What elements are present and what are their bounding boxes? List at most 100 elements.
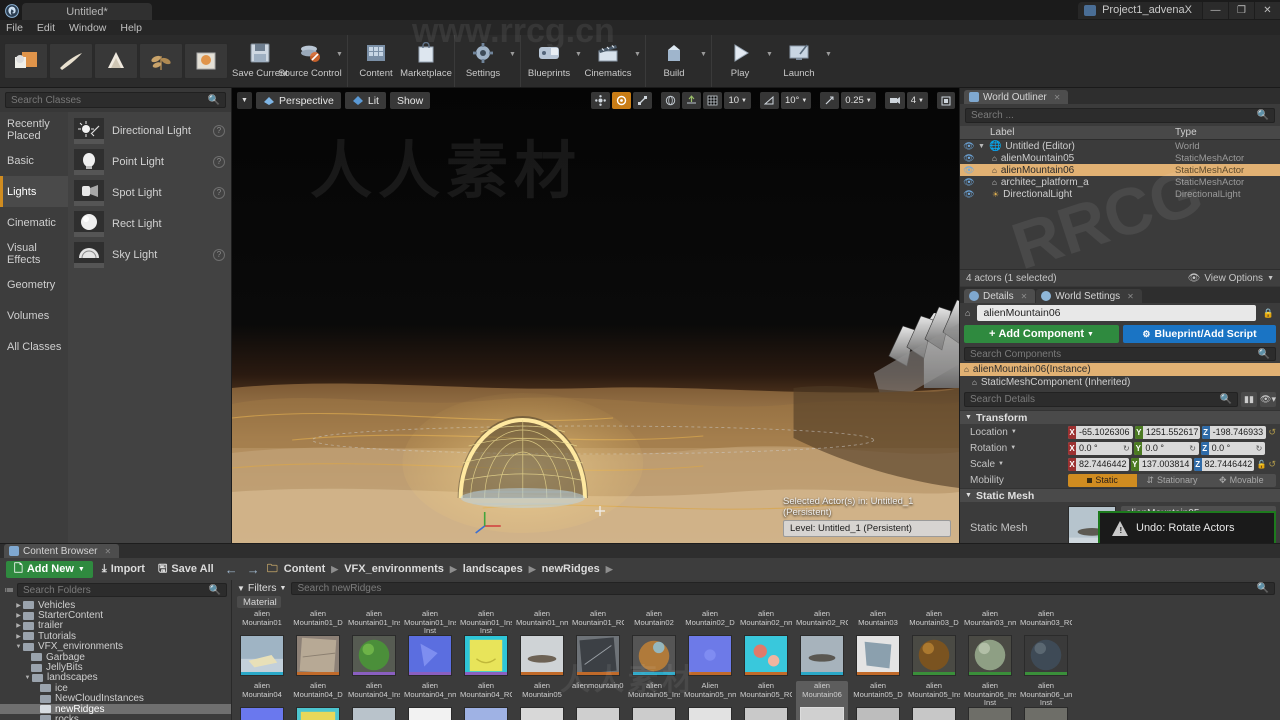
outliner-col-label[interactable]: Label [960,127,1175,138]
mode-cat-visual-effects[interactable]: Visual Effects [0,238,68,269]
rotation-widget-icon[interactable]: ↻ [1253,444,1265,453]
mode-item-sky-light[interactable]: Sky Light ? [68,239,231,270]
asset-cell[interactable]: alien Mountain02 [628,609,680,679]
location-y-field[interactable]: Y 1251.552617 [1134,425,1200,439]
marketplace-button[interactable]: Marketplace [400,35,452,87]
reset-location-icon[interactable]: ↺ [1268,427,1276,438]
settings-button[interactable]: Settings [458,35,508,87]
folder-row-garbage[interactable]: Garbage [0,652,231,663]
breadcrumb-newridges[interactable]: newRidges [542,563,600,575]
search-classes-input[interactable]: Search Classes 🔍 [5,92,226,108]
build-button[interactable]: Build [649,35,699,87]
actor-name-field[interactable]: alienMountain06 [977,305,1256,321]
asset-cell[interactable]: alien Mountain01_D [292,609,344,679]
asset-cell[interactable]: alien Mountain06_uncle Inst [1020,681,1072,720]
surface-snap-icon[interactable] [682,92,702,109]
select-mode-icon[interactable] [591,92,611,109]
filter-chip-material[interactable]: Material [237,596,281,608]
expand-arrow-icon[interactable]: ▼ [978,143,985,150]
add-new-button[interactable]: 🗋 Add New ▼ [6,560,93,578]
visibility-eye-icon[interactable]: 👁 [960,141,978,152]
folder-row-newridges[interactable]: newRidges [0,704,231,715]
cinematics-button[interactable]: Cinematics [583,35,633,87]
mode-item-spot-light[interactable]: Spot Light ? [68,177,231,208]
chevron-down-icon[interactable]: ▼ [998,461,1004,467]
folder-tree[interactable]: ▶ Vehicles ▶ StarterContent ▶ trailer ▶ Tuto… [0,600,231,720]
maximize-viewport-icon[interactable] [937,92,955,109]
asset-cell[interactable]: alien Mountain04_RGBA [460,681,512,720]
launch-button[interactable]: Launch [774,35,824,87]
mode-cat-cinematic[interactable]: Cinematic [0,207,68,238]
asset-cell[interactable]: alien Mountain05_RGBA [740,681,792,720]
tab-details[interactable]: Details ✕ [964,289,1036,303]
mode-cat-volumes[interactable]: Volumes [0,300,68,331]
asset-cell[interactable]: Alien Mountain05_nm [684,681,736,720]
folder-row-newcloudinstances[interactable]: NewCloudInstances [0,693,231,704]
expand-arrow-icon[interactable]: ▶ [14,633,23,640]
lighting-mode-button[interactable]: Lit [344,92,386,109]
mode-cat-lights[interactable]: Lights [0,176,68,207]
mode-cat-geometry[interactable]: Geometry [0,269,68,300]
outliner-view-options-button[interactable]: 👁 View Options ▼ [1188,273,1274,284]
asset-cell[interactable]: alien Mountain01_Inst [348,609,400,679]
mode-cat-basic[interactable]: Basic [0,145,68,176]
mobility-movable-button[interactable]: ✥ Movable [1206,473,1276,487]
details-properties[interactable]: ▼ Transform Location ▼ X -65.1026306 Y 1251… [960,410,1280,543]
asset-cell[interactable]: alien Mountain05 [516,681,568,720]
mobility-stationary-button[interactable]: ⇵ Stationary [1137,473,1207,487]
help-icon[interactable]: ? [213,124,225,137]
search-details-input[interactable]: Search Details 🔍 [964,392,1238,407]
asset-cell[interactable]: alien Mountain03_RGBA [1020,609,1072,679]
asset-cell-selected[interactable]: alien Mountain06 [796,681,848,720]
folder-row-trailer[interactable]: ▶ trailer [0,620,231,631]
section-transform[interactable]: ▼ Transform [960,410,1280,424]
foliage-icon[interactable] [94,43,138,79]
breadcrumb-vfx-environments[interactable]: VFX_environments [344,563,444,575]
outliner-row-architec-platform-a[interactable]: 👁 ⌂ architec_platform_a StaticMeshActor [960,176,1280,188]
lock-ratio-icon[interactable]: 🔓 [1256,460,1266,469]
folder-row-vehicles[interactable]: ▶ Vehicles [0,600,231,611]
asset-cell[interactable]: alien Mountain01 [236,609,288,679]
asset-grid[interactable]: alien Mountain01 alien Mountain01_D alie… [232,609,1280,720]
expand-arrow-icon[interactable]: ▼ [23,675,32,681]
visibility-eye-icon[interactable]: 👁 [960,189,978,200]
close-icon[interactable]: ✕ [1021,292,1028,301]
component-item-staticmeshcomponent[interactable]: ⌂ StaticMeshComponent (Inherited) [960,376,1280,389]
play-caret-icon[interactable]: ▼ [765,35,774,87]
folder-row-startercontent[interactable]: ▶ StarterContent [0,610,231,621]
expand-arrow-icon[interactable]: ▶ [14,622,23,629]
search-folders-input[interactable]: Search Folders 🔍 [17,583,227,597]
close-icon[interactable]: ✕ [104,547,111,556]
launch-caret-icon[interactable]: ▼ [824,35,833,87]
breadcrumb-content[interactable]: Content [284,563,326,575]
help-icon[interactable]: ? [213,186,225,199]
mode-cat-recently-placed[interactable]: Recently Placed [0,114,68,145]
tab-world-outliner[interactable]: World Outliner ✕ [964,90,1069,104]
asset-cell[interactable]: alien Mountain02_RGBA [796,609,848,679]
reset-scale-icon[interactable]: ↺ [1268,459,1276,470]
outliner-col-type[interactable]: Type [1175,127,1280,138]
expand-arrow-icon[interactable]: ▼ [14,644,23,650]
blueprints-caret-icon[interactable]: ▼ [574,35,583,87]
rotation-snap-value[interactable]: 10° ▼ [780,92,812,109]
maximize-button[interactable]: ❐ [1228,1,1254,19]
source-control-caret-icon[interactable]: ▼ [335,35,344,87]
plant-icon[interactable] [139,43,183,79]
scale-z-field[interactable]: Z 82.7446442 [1193,457,1255,471]
collapse-tree-icon[interactable]: ≔ [4,585,14,596]
scale-mode-icon[interactable] [633,92,653,109]
place-mode-icon[interactable] [4,43,48,79]
tab-world-settings[interactable]: World Settings ✕ [1036,289,1142,303]
rotate-mode-icon[interactable] [612,92,632,109]
rotation-y-field[interactable]: Y 0.0 ° ↻ [1134,441,1199,455]
minimize-button[interactable]: — [1202,1,1228,19]
folder-row-vfx-environments[interactable]: ▼ VFX_environments [0,641,231,652]
outliner-row-directionallight[interactable]: 👁 ☀ DirectionalLight DirectionalLight [960,188,1280,200]
mobility-static-button[interactable]: Static [1068,473,1138,487]
save-current-button[interactable]: Save Current [232,35,288,87]
asset-cell[interactable]: alien Mountain05_D [852,681,904,720]
forward-button[interactable]: → [245,562,262,577]
content-button[interactable]: Content [351,35,401,87]
asset-cell[interactable]: alien Mountain01_RGBA [572,609,624,679]
close-button[interactable]: ✕ [1254,1,1280,19]
